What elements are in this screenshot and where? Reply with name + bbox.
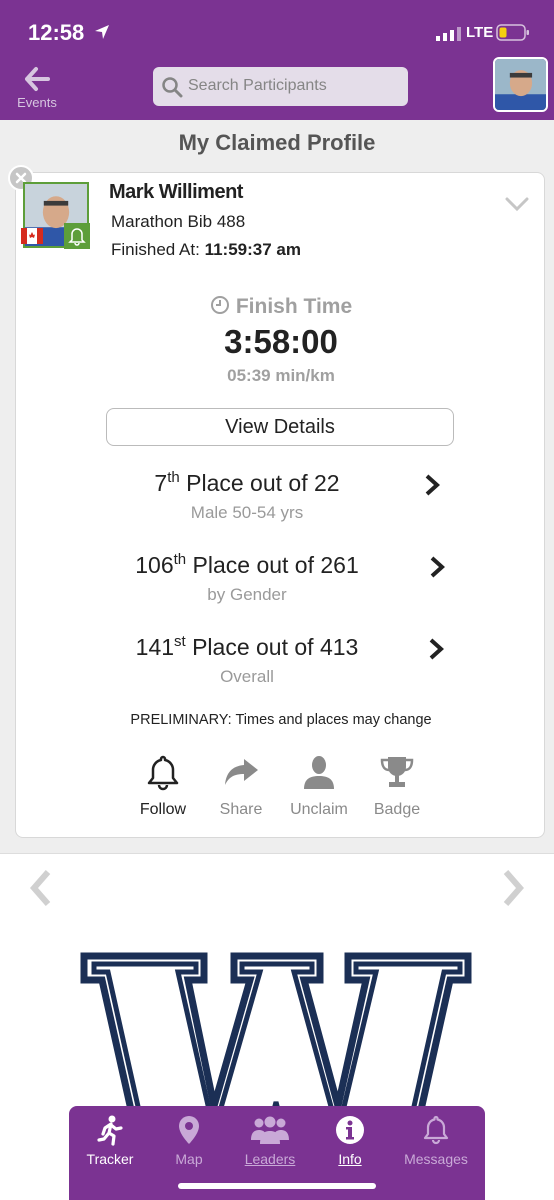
search-input[interactable]: Search Participants bbox=[153, 67, 408, 106]
group-icon bbox=[251, 1116, 289, 1144]
bell-icon bbox=[147, 755, 179, 791]
info-icon bbox=[336, 1116, 364, 1144]
place-number: 106 bbox=[135, 552, 174, 578]
tab-label: Info bbox=[338, 1151, 362, 1167]
location-arrow-icon bbox=[95, 25, 109, 39]
tab-info[interactable]: Info bbox=[310, 1114, 390, 1167]
pace-value: 05:39 min/km bbox=[227, 366, 335, 385]
clock-icon bbox=[210, 296, 229, 314]
tab-label: Tracker bbox=[86, 1151, 134, 1167]
place-suffix: th bbox=[173, 551, 187, 568]
app-header: 12:58 LTE Events Search Participants bbox=[0, 0, 554, 120]
status-time: 12:58 bbox=[28, 20, 85, 45]
signal-strength-icon bbox=[436, 27, 461, 41]
participant-name: Mark Williment bbox=[109, 181, 243, 203]
trophy-icon bbox=[380, 757, 414, 787]
back-label: Events bbox=[17, 95, 57, 110]
page-title: My Claimed Profile bbox=[178, 130, 376, 155]
user-avatar[interactable] bbox=[493, 57, 548, 112]
home-indicator bbox=[178, 1183, 376, 1189]
finish-time-label-text: Finish Time bbox=[235, 295, 353, 318]
bell-icon bbox=[423, 1115, 449, 1145]
profile-card: Mark Williment Marathon Bib 488 Finished… bbox=[8, 165, 546, 838]
tab-label: Messages bbox=[404, 1151, 468, 1167]
chevron-right-icon bbox=[425, 474, 440, 496]
chevron-down-icon[interactable] bbox=[504, 195, 530, 213]
chevron-right-icon bbox=[430, 556, 445, 578]
place-suffix: st bbox=[174, 633, 186, 650]
bell-icon bbox=[68, 228, 86, 246]
finish-time-value: 3:58:00 bbox=[224, 323, 338, 360]
place-subtitle: by Gender bbox=[207, 585, 287, 604]
follow-button[interactable]: Follow bbox=[128, 753, 198, 819]
share-button[interactable]: Share bbox=[206, 753, 276, 819]
place-subtitle: Male 50-54 yrs bbox=[190, 503, 304, 522]
finish-time-label: Finish Time bbox=[16, 295, 546, 319]
runner-icon bbox=[97, 1115, 123, 1146]
tab-map[interactable]: Map bbox=[149, 1114, 229, 1167]
tab-leaders[interactable]: Leaders bbox=[230, 1114, 310, 1167]
badge-label: Badge bbox=[373, 801, 421, 818]
tab-label: Map bbox=[175, 1151, 203, 1167]
search-placeholder: Search Participants bbox=[188, 77, 327, 94]
follow-status-badge bbox=[64, 223, 90, 249]
canada-flag-icon bbox=[21, 228, 43, 244]
place-rest: Place out of 413 bbox=[185, 634, 359, 660]
network-type: LTE bbox=[466, 24, 494, 41]
place-subtitle: Overall bbox=[220, 667, 274, 686]
place-rest: Place out of 261 bbox=[186, 552, 359, 578]
chevron-right-icon bbox=[429, 638, 444, 660]
chevron-right-icon[interactable] bbox=[498, 868, 528, 908]
place-main: 7th Place out of 22 bbox=[16, 469, 478, 497]
follow-label: Follow bbox=[139, 801, 187, 818]
share-label: Share bbox=[219, 801, 263, 818]
view-details-button[interactable]: View Details bbox=[106, 408, 454, 446]
place-rest: Place out of 22 bbox=[179, 470, 340, 496]
preliminary-note: PRELIMINARY: Times and places may change bbox=[130, 712, 432, 728]
place-main: 106th Place out of 261 bbox=[16, 551, 478, 579]
place-suffix: th bbox=[167, 469, 180, 486]
unclaim-button[interactable]: Unclaim bbox=[284, 753, 354, 819]
back-arrow-icon bbox=[25, 67, 50, 91]
tab-tracker[interactable]: Tracker bbox=[70, 1114, 150, 1167]
place-number: 141 bbox=[135, 634, 175, 660]
tab-label: Leaders bbox=[244, 1151, 296, 1167]
finished-label: Finished At: bbox=[111, 240, 200, 259]
place-number: 7 bbox=[154, 470, 168, 496]
badge-button[interactable]: Badge bbox=[362, 753, 432, 819]
place-row-overall[interactable]: 141st Place out of 413 Overall bbox=[16, 633, 546, 693]
profile-photo bbox=[495, 59, 546, 110]
place-main: 141st Place out of 413 bbox=[16, 633, 478, 661]
battery-icon bbox=[496, 24, 529, 41]
share-arrow-icon bbox=[225, 759, 258, 785]
place-row-gender[interactable]: 106th Place out of 261 by Gender bbox=[16, 551, 546, 611]
status-bar: 12:58 LTE bbox=[0, 0, 554, 56]
finished-at: Finished At: 11:59:37 am bbox=[111, 240, 301, 260]
back-button[interactable]: Events bbox=[14, 66, 60, 114]
tab-messages[interactable]: Messages bbox=[396, 1114, 476, 1167]
chevron-left-icon[interactable] bbox=[26, 868, 56, 908]
map-pin-icon bbox=[179, 1116, 199, 1144]
place-row-category[interactable]: 7th Place out of 22 Male 50-54 yrs bbox=[16, 469, 546, 529]
person-icon bbox=[304, 756, 334, 789]
bib-number: Marathon Bib 488 bbox=[111, 212, 246, 231]
search-icon bbox=[162, 77, 183, 98]
finished-value: 11:59:37 am bbox=[204, 240, 301, 259]
unclaim-label: Unclaim bbox=[290, 801, 348, 818]
